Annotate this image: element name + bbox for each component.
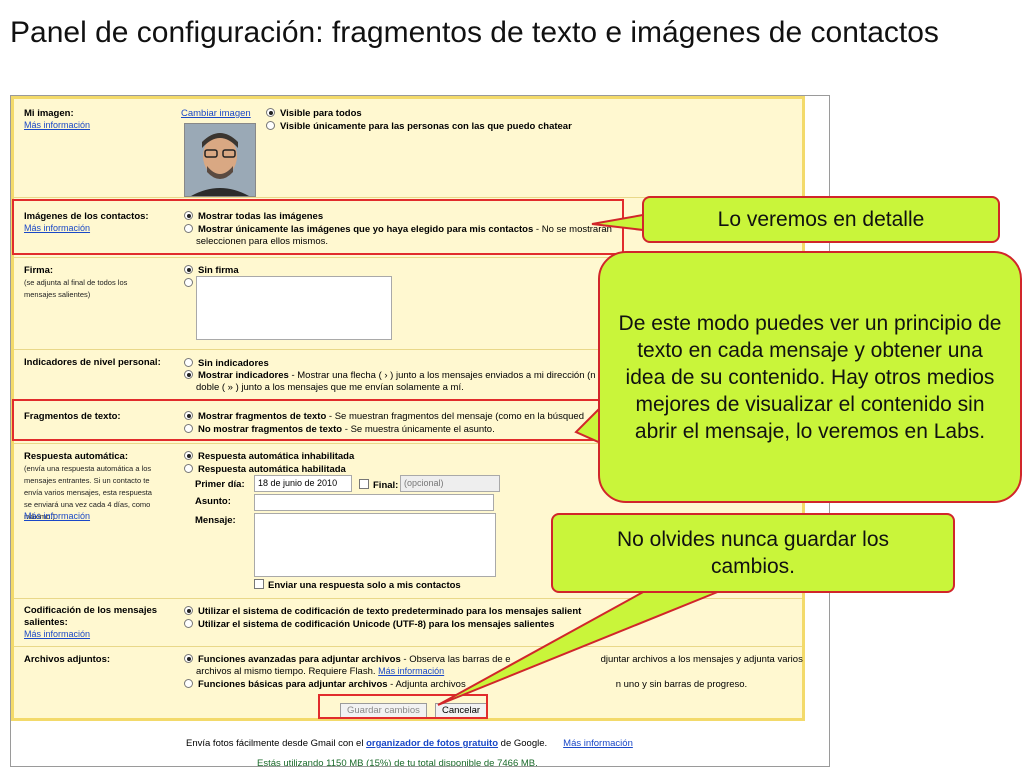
callout-detail: Lo veremos en detalle: [642, 196, 1000, 243]
callout3-pointer: [437, 590, 721, 706]
callout-snippets-explanation: De este modo puedes ver un principio de …: [598, 251, 1022, 503]
callout-save-reminder: No olvides nunca guardar los cambios.: [551, 513, 955, 593]
